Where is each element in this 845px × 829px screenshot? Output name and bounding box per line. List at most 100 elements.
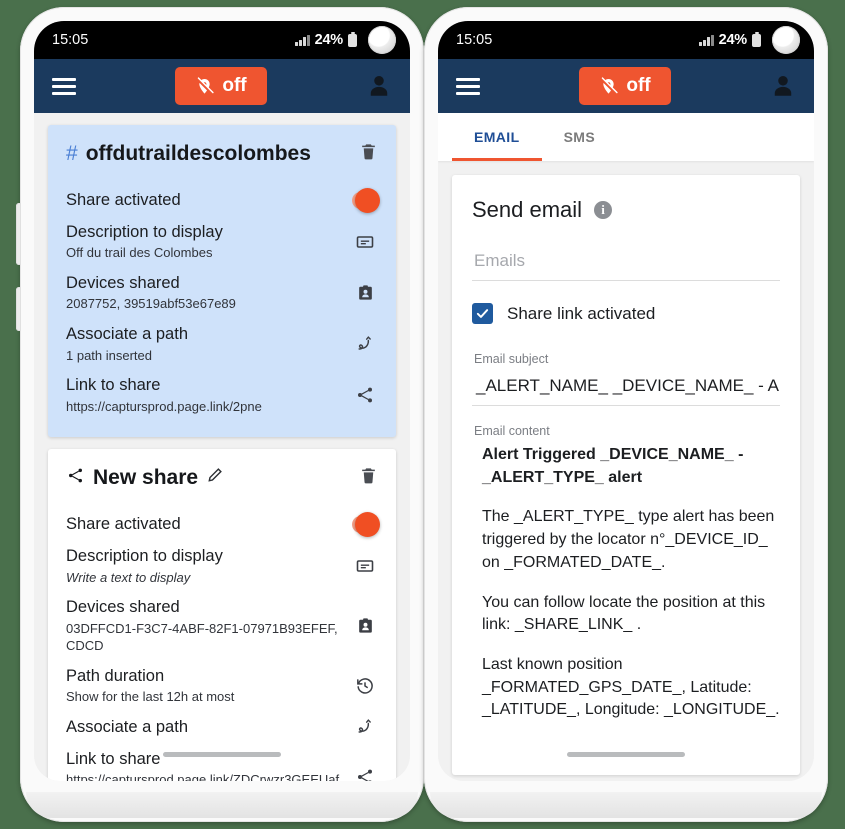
email-content-paragraph: Last known position _FORMATED_GPS_DATE_,… [482, 656, 780, 719]
row-sub: https://captursprod.page.link/2pne [66, 398, 262, 414]
row-control [352, 187, 380, 213]
left-phone-screen: 15:05 24% off # offdutraildescolombes Sh… [34, 21, 410, 781]
emails-input[interactable] [472, 247, 780, 281]
info-icon[interactable]: i [594, 201, 613, 219]
battery-percent-label: 24% [314, 32, 344, 48]
email-subject-input[interactable]: _ALERT_NAME_ _DEVICE_NAME_ - Area entry … [472, 372, 780, 406]
send-email-header: Send email i [472, 197, 780, 223]
list-item[interactable]: Share activated [66, 181, 380, 213]
row-text: Associate a path [66, 717, 340, 738]
share-link-activated-row[interactable]: Share link activated [472, 303, 780, 324]
list-item[interactable]: Share activated [66, 505, 380, 538]
trash-icon[interactable] [359, 141, 378, 167]
signal-bars-icon [295, 34, 310, 46]
share-icon[interactable] [352, 385, 378, 405]
status-bar-time: 15:05 [456, 32, 493, 48]
left-phone-content: # offdutraildescolombes Share activated … [34, 113, 410, 781]
tracking-off-button[interactable]: off [175, 67, 267, 105]
send-email-form-card: Send email i Share link activated [452, 175, 800, 775]
app-bar: off [438, 59, 814, 113]
row-sub: 1 path inserted [66, 347, 153, 363]
location-pin-off-icon [599, 76, 619, 96]
row-sub: 03DFFCD1-F3C7-4ABF-82F1-07971B93EFEF, CD… [66, 620, 338, 654]
tab-sms[interactable]: SMS [542, 113, 618, 161]
row-label: Description to display [66, 546, 223, 565]
list-item[interactable]: Link to share https://captursprod.page.l… [66, 740, 378, 781]
tracking-off-button[interactable]: off [579, 67, 671, 105]
tab-email-label: EMAIL [474, 129, 520, 145]
history-clock-icon[interactable] [352, 676, 378, 696]
list-item[interactable]: Associate a path [66, 708, 378, 740]
row-label: Share activated [66, 515, 181, 534]
row-sub: Write a text to display [66, 569, 191, 585]
email-subject-caption: Email subject [474, 352, 549, 366]
list-item[interactable]: Path duration Show for the last 12h at m… [66, 657, 378, 708]
pencil-edit-icon[interactable] [206, 466, 224, 490]
path-squiggle-icon[interactable] [352, 334, 378, 354]
new-share-header: New share [66, 465, 378, 491]
share-link-label: Share link activated [507, 303, 656, 323]
email-content-caption: Email content [474, 424, 550, 438]
hamburger-menu-icon[interactable] [456, 77, 480, 95]
list-item[interactable]: Link to share https://captursprod.page.l… [66, 366, 378, 417]
row-label: Path duration [66, 666, 165, 685]
note-text-icon[interactable] [352, 556, 378, 576]
email-content-paragraph: The _ALERT_TYPE_ type alert has been tri… [482, 508, 775, 571]
row-label: Devices shared [66, 598, 180, 617]
account-avatar-icon[interactable] [366, 73, 392, 99]
note-text-icon[interactable] [352, 232, 378, 252]
location-pin-off-icon [195, 76, 215, 96]
share-card-title-group: # offdutraildescolombes [66, 142, 311, 166]
share-card-title: offdutraildescolombes [85, 142, 311, 165]
battery-percent-label: 24% [718, 32, 748, 48]
share-icon[interactable] [352, 767, 378, 781]
phone-side-button-power[interactable] [16, 287, 21, 331]
row-label: Associate a path [66, 324, 188, 343]
new-share-title: New share [93, 466, 199, 490]
battery-icon [752, 31, 761, 47]
status-bar-indicators: 24% [295, 26, 396, 54]
row-text: Share activated [66, 190, 340, 211]
tracking-off-label: off [626, 75, 651, 96]
dual-phone-mockup: 15:05 24% off # offdutraildescolombes Sh… [0, 0, 845, 829]
list-item[interactable]: Associate a path 1 path inserted [66, 315, 378, 366]
list-item[interactable]: Description to display Off du trail des … [66, 213, 378, 264]
path-squiggle-icon[interactable] [352, 717, 378, 737]
tab-email[interactable]: EMAIL [452, 113, 542, 161]
row-label: Associate a path [66, 718, 188, 736]
status-bar: 15:05 24% [438, 21, 814, 59]
toggle-on-icon[interactable] [352, 187, 380, 213]
row-text: Devices shared 2087752, 39519abf53e67e89 [66, 273, 340, 313]
row-label: Share activated [66, 191, 181, 209]
trash-icon[interactable] [359, 465, 378, 491]
hash-icon: # [66, 142, 78, 165]
list-item[interactable]: Description to display Write a text to d… [66, 537, 378, 588]
share-link-checkbox[interactable] [472, 303, 493, 324]
app-bar: off [34, 59, 410, 113]
home-indicator [567, 752, 685, 757]
battery-icon [348, 31, 357, 47]
list-item[interactable]: Devices shared 2087752, 39519abf53e67e89 [66, 264, 378, 315]
account-avatar-icon[interactable] [770, 73, 796, 99]
phone-side-button-volume[interactable] [16, 203, 21, 265]
emails-field-wrapper [472, 247, 780, 281]
home-indicator [163, 752, 281, 757]
share-card-new: New share Share activated Description to… [48, 449, 396, 781]
tab-sms-label: SMS [563, 129, 596, 145]
row-text: Path duration Show for the last 12h at m… [66, 666, 340, 706]
id-badge-icon[interactable] [352, 615, 378, 636]
toggle-on-icon[interactable] [352, 512, 380, 538]
right-phone-screen: 15:05 24% off EMAIL SMS Send email i Ema… [438, 21, 814, 781]
id-badge-icon[interactable] [352, 282, 378, 303]
email-content-body[interactable]: Alert Triggered _DEVICE_NAME_ - _ALERT_T… [472, 444, 780, 722]
row-label: Devices shared [66, 273, 180, 292]
row-sub: 2087752, 39519abf53e67e89 [66, 296, 236, 312]
row-text: Devices shared 03DFFCD1-F3C7-4ABF-82F1-0… [66, 597, 340, 655]
email-content-field: Email content Alert Triggered _DEVICE_NA… [472, 424, 780, 722]
front-camera-punch-hole-icon [368, 26, 396, 54]
row-text: Description to display Write a text to d… [66, 546, 340, 586]
hamburger-menu-icon[interactable] [52, 77, 76, 95]
status-bar-time: 15:05 [52, 32, 89, 48]
status-bar-indicators: 24% [699, 26, 800, 54]
list-item[interactable]: Devices shared 03DFFCD1-F3C7-4ABF-82F1-0… [66, 588, 378, 657]
